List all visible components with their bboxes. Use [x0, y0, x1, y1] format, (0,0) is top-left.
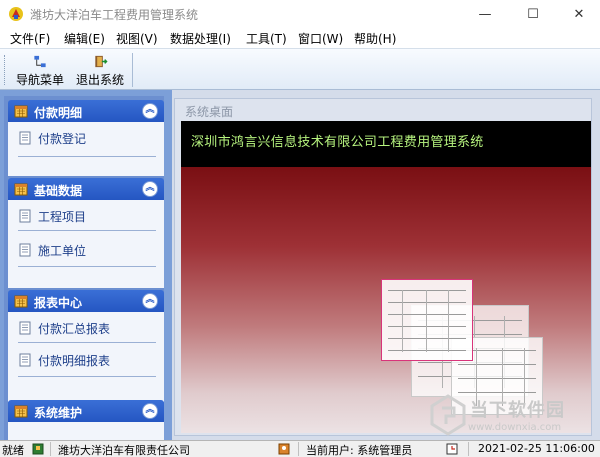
calendar-icon: [14, 295, 28, 308]
nav-group-basic-data: 基础数据 ︽ 工程项目 施工单位: [8, 178, 164, 288]
menu-view[interactable]: 视图(V): [116, 30, 158, 47]
menu-edit[interactable]: 编辑(E): [64, 30, 105, 47]
nav-sidebar: 付款明细 ︽ 付款登记 基础数据 ︽ 工程项目 施工单位 报表中心 ︽ 付款汇总…: [0, 90, 172, 440]
desktop-banner-text: 深圳市鸿言兴信息技术有限公司工程费用管理系统: [191, 135, 484, 150]
document-icon: [19, 131, 31, 145]
nav-item-projects[interactable]: 工程项目: [18, 206, 86, 226]
nav-group-body: 付款登记: [8, 122, 164, 176]
item-divider: [18, 342, 156, 343]
status-divider: [50, 442, 51, 456]
minimize-button[interactable]: —: [462, 0, 508, 28]
company-icon: [32, 443, 44, 455]
nav-item-payment-summary-report[interactable]: 付款汇总报表: [18, 318, 110, 338]
document-icon: [19, 321, 31, 335]
main-area: 付款明细 ︽ 付款登记 基础数据 ︽ 工程项目 施工单位 报表中心 ︽ 付款汇总…: [0, 90, 600, 440]
title-bar: 潍坊大洋泊车工程费用管理系统 — ☐ ✕: [0, 0, 600, 28]
desktop-area: 系统桌面 深圳市鸿言兴信息技术有限公司工程费用管理系统: [172, 90, 600, 440]
menu-tools[interactable]: 工具(T): [246, 30, 287, 47]
nav-item-payment-register[interactable]: 付款登记: [18, 128, 86, 148]
close-button[interactable]: ✕: [556, 0, 600, 28]
nav-item-label: 付款明细报表: [38, 353, 111, 368]
document-icon: [19, 209, 31, 223]
nav-group-report-center: 报表中心 ︽ 付款汇总报表 付款明细报表: [8, 290, 164, 402]
menu-bar: 文件(F) 编辑(E) 视图(V) 数据处理(I) 工具(T) 窗口(W) 帮助…: [0, 28, 600, 48]
collapse-icon[interactable]: ︽: [142, 403, 158, 419]
status-user: 当前用户: 系统管理员: [306, 444, 413, 457]
exit-system-button[interactable]: 退出系统: [74, 52, 126, 88]
nav-menu-icon: [34, 55, 46, 68]
item-divider: [18, 156, 156, 157]
nav-item-label: 付款汇总报表: [38, 321, 111, 336]
calendar-icon: [14, 105, 28, 118]
desktop-panel: 系统桌面 深圳市鸿言兴信息技术有限公司工程费用管理系统: [174, 98, 592, 436]
nav-group-body: 工程项目 施工单位: [8, 200, 164, 288]
maximize-button[interactable]: ☐: [510, 0, 556, 28]
nav-group-title: 报表中心: [34, 296, 83, 310]
nav-item-contractors[interactable]: 施工单位: [18, 240, 86, 260]
item-divider: [18, 230, 156, 231]
nav-group-header[interactable]: 报表中心 ︽: [8, 290, 164, 312]
calendar-icon: [14, 183, 28, 196]
toolbar-separator: [132, 53, 133, 87]
exit-door-icon: [95, 55, 108, 68]
nav-group-title: 系统维护: [34, 406, 83, 420]
collapse-icon[interactable]: ︽: [142, 293, 158, 309]
item-divider: [18, 266, 156, 267]
document-icon: [19, 353, 31, 367]
toolbar-grip[interactable]: [4, 55, 7, 85]
calendar-icon: [14, 405, 28, 418]
nav-item-payment-detail-report[interactable]: 付款明细报表: [18, 350, 110, 370]
status-company: 潍坊大洋泊车有限责任公司: [58, 444, 190, 457]
watermark-logo-icon: [430, 394, 466, 436]
desktop-background: [181, 167, 591, 433]
nav-group-header[interactable]: 基础数据 ︽: [8, 178, 164, 200]
status-ready: 就绪: [2, 444, 24, 457]
desktop-banner: 深圳市鸿言兴信息技术有限公司工程费用管理系统: [181, 121, 591, 167]
nav-group-title: 基础数据: [34, 184, 83, 198]
nav-menu-label: 导航菜单: [15, 73, 64, 87]
nav-menu-button[interactable]: 导航菜单: [14, 52, 66, 88]
menu-data-processing[interactable]: 数据处理(I): [170, 30, 231, 47]
nav-group-body: [8, 422, 164, 440]
nav-sidebar-panel[interactable]: 付款明细 ︽ 付款登记 基础数据 ︽ 工程项目 施工单位 报表中心 ︽ 付款汇总…: [4, 96, 164, 440]
window-title: 潍坊大洋泊车工程费用管理系统: [30, 8, 199, 22]
watermark-url: www.downxia.com: [468, 422, 562, 433]
exit-system-label: 退出系统: [75, 73, 124, 87]
nav-group-system-maintenance: 系统维护 ︽: [8, 400, 164, 440]
nav-item-label: 付款登记: [38, 131, 87, 146]
app-icon: [9, 7, 23, 21]
nav-group-header[interactable]: 付款明细 ︽: [8, 100, 164, 122]
toolbar: 导航菜单 退出系统: [0, 48, 600, 90]
nav-group-header[interactable]: 系统维护 ︽: [8, 400, 164, 422]
status-divider: [468, 442, 469, 456]
menu-file[interactable]: 文件(F): [10, 30, 50, 47]
menu-window[interactable]: 窗口(W): [298, 30, 343, 47]
clock-icon: [446, 443, 458, 455]
collapse-icon[interactable]: ︽: [142, 103, 158, 119]
form-sheet-image: [381, 279, 473, 361]
collapse-icon[interactable]: ︽: [142, 181, 158, 197]
nav-group-title: 付款明细: [34, 106, 83, 120]
menu-help[interactable]: 帮助(H): [354, 30, 396, 47]
user-icon: [278, 443, 290, 455]
status-datetime: 2021-02-25 11:06:00: [478, 442, 595, 455]
status-bar: 就绪 潍坊大洋泊车有限责任公司 当前用户: 系统管理员 2021-02-25 1…: [0, 440, 600, 457]
nav-group-payment-details: 付款明细 ︽ 付款登记: [8, 100, 164, 176]
desktop-panel-title: 系统桌面: [185, 105, 234, 119]
nav-group-body: 付款汇总报表 付款明细报表: [8, 312, 164, 402]
document-icon: [19, 243, 31, 257]
item-divider: [18, 376, 156, 377]
watermark-text: 当下软件园: [470, 400, 565, 421]
nav-item-label: 工程项目: [38, 209, 87, 224]
status-divider: [298, 442, 299, 456]
nav-item-label: 施工单位: [38, 243, 87, 258]
